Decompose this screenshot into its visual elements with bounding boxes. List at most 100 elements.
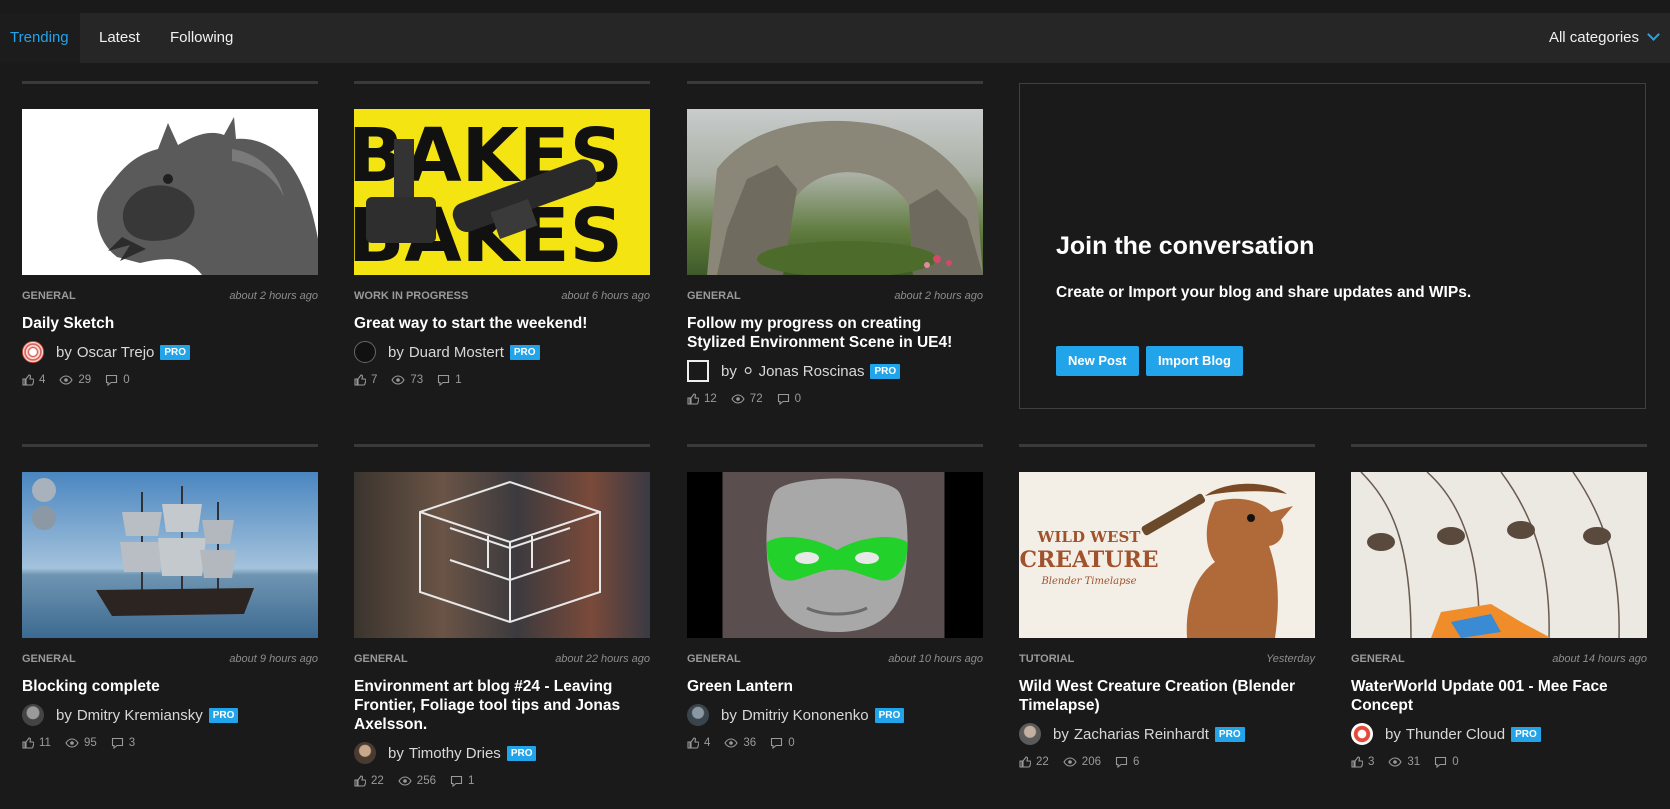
author-prefix: by (721, 706, 737, 724)
post-time: about 9 hours ago (229, 653, 318, 665)
post-title[interactable]: WaterWorld Update 001 - Mee Face Concept (1351, 677, 1647, 715)
avatar[interactable] (22, 341, 44, 363)
author-name[interactable]: Duard Mostert (409, 344, 504, 361)
top-nav-bar: Trending Latest Following All categories (0, 13, 1670, 63)
comments-stat[interactable]: 1 (437, 374, 462, 386)
post-stats: 7 73 1 (354, 374, 650, 386)
post-author: by Dmitriy Kononenko PRO (687, 704, 983, 726)
post-author: by Timothy Dries PRO (354, 742, 650, 764)
post-category[interactable]: WORK IN PROGRESS (354, 290, 468, 302)
card-divider (1351, 444, 1647, 447)
comments-stat[interactable]: 3 (111, 737, 135, 749)
thumbs-up-icon (687, 393, 699, 405)
post-title[interactable]: Blocking complete (22, 677, 318, 696)
post-category[interactable]: GENERAL (687, 290, 741, 302)
post-title[interactable]: Follow my progress on creating Stylized … (687, 314, 983, 352)
comment-icon (1115, 756, 1128, 768)
post-meta: GENERAL about 14 hours ago (1351, 653, 1647, 667)
like-stat[interactable]: 22 (1019, 756, 1049, 768)
author-name[interactable]: Dmitriy Kononenko (742, 707, 869, 724)
thumb-text-creature: CREATURE (1019, 547, 1158, 573)
comments-stat[interactable]: 0 (770, 737, 795, 749)
post-category[interactable]: GENERAL (354, 653, 408, 665)
like-stat[interactable]: 11 (22, 737, 51, 749)
thumbs-up-icon (354, 775, 366, 787)
author-name[interactable]: Thunder Cloud (1406, 726, 1505, 743)
like-count: 22 (1036, 756, 1049, 768)
post-category[interactable]: GENERAL (22, 653, 76, 665)
post-category[interactable]: TUTORIAL (1019, 653, 1074, 665)
dragon-sculpt-image (97, 117, 318, 275)
post-stats: 22 206 6 (1019, 756, 1315, 768)
comments-stat[interactable]: 0 (105, 374, 130, 386)
post-title[interactable]: Wild West Creature Creation (Blender Tim… (1019, 677, 1315, 715)
post-title[interactable]: Great way to start the weekend! (354, 314, 650, 333)
eye-icon (59, 375, 74, 385)
card-divider (1019, 444, 1315, 447)
avatar[interactable] (1019, 723, 1041, 745)
like-count: 22 (371, 775, 384, 787)
card-divider (687, 81, 983, 84)
like-stat[interactable]: 7 (354, 374, 377, 386)
post-thumbnail[interactable] (354, 472, 650, 638)
post-meta: GENERAL about 10 hours ago (687, 653, 983, 667)
comments-stat[interactable]: 6 (1115, 756, 1139, 768)
post-thumbnail[interactable] (687, 109, 983, 275)
post-card-blocking-complete: GENERAL about 9 hours ago Blocking compl… (22, 444, 318, 749)
post-thumbnail[interactable] (22, 472, 318, 638)
post-title[interactable]: Environment art blog #24 - Leaving Front… (354, 677, 650, 734)
post-category[interactable]: GENERAL (1351, 653, 1405, 665)
like-stat[interactable]: 4 (687, 737, 710, 749)
avatar[interactable] (22, 704, 44, 726)
join-conversation-panel: Join the conversation Create or Import y… (1019, 83, 1646, 409)
post-thumbnail[interactable]: BAKES BAKES (354, 109, 650, 275)
author-name[interactable]: Timothy Dries (409, 745, 501, 762)
comments-count: 1 (467, 775, 475, 787)
post-category[interactable]: GENERAL (22, 290, 76, 302)
comments-stat[interactable]: 1 (450, 775, 474, 787)
import-blog-button[interactable]: Import Blog (1146, 346, 1243, 376)
post-category[interactable]: GENERAL (687, 653, 741, 665)
post-thumbnail[interactable]: WILD WEST CREATURE Blender Timelapse (1019, 472, 1315, 638)
views-stat: 31 (1388, 756, 1420, 768)
comments-stat[interactable]: 0 (1434, 756, 1459, 768)
author-prefix: by (56, 343, 72, 361)
like-stat[interactable]: 22 (354, 775, 384, 787)
like-stat[interactable]: 4 (22, 374, 45, 386)
post-title[interactable]: Green Lantern (687, 677, 983, 696)
author-name[interactable]: ⚪ Jonas Roscinas (742, 362, 865, 380)
eye-icon (724, 738, 739, 748)
like-stat[interactable]: 12 (687, 393, 717, 405)
new-post-button[interactable]: New Post (1056, 346, 1139, 376)
author-prefix: by (721, 362, 737, 380)
post-time: about 14 hours ago (1552, 653, 1647, 665)
post-meta: GENERAL about 9 hours ago (22, 653, 318, 667)
tab-following[interactable]: Following (160, 13, 243, 63)
post-thumbnail[interactable] (22, 109, 318, 275)
author-name[interactable]: Oscar Trejo (77, 344, 155, 361)
tab-latest[interactable]: Latest (89, 13, 150, 63)
post-thumbnail[interactable] (687, 472, 983, 638)
comments-stat[interactable]: 0 (777, 393, 801, 405)
post-meta: GENERAL about 2 hours ago (687, 290, 983, 304)
avatar[interactable] (1351, 723, 1373, 745)
avatar[interactable] (354, 742, 376, 764)
card-divider (354, 81, 650, 84)
comments-count: 1 (455, 374, 462, 386)
thumbs-up-icon (354, 374, 366, 386)
post-thumbnail[interactable] (1351, 472, 1647, 638)
post-title[interactable]: Daily Sketch (22, 314, 318, 333)
avatar[interactable] (687, 704, 709, 726)
join-title: Join the conversation (1056, 232, 1315, 260)
author-name[interactable]: Dmitry Kremiansky (77, 707, 203, 724)
avatar[interactable] (354, 341, 376, 363)
post-stats: 12 72 0 (687, 393, 983, 405)
card-divider (354, 444, 650, 447)
tab-trending[interactable]: Trending (0, 13, 80, 63)
avatar[interactable] (687, 360, 709, 382)
like-stat[interactable]: 3 (1351, 756, 1374, 768)
author-prefix: by (1385, 725, 1401, 743)
post-card-daily-sketch: GENERAL about 2 hours ago Daily Sketch b… (22, 81, 318, 386)
category-dropdown[interactable]: All categories (1549, 13, 1660, 63)
author-name[interactable]: Zacharias Reinhardt (1074, 726, 1209, 743)
